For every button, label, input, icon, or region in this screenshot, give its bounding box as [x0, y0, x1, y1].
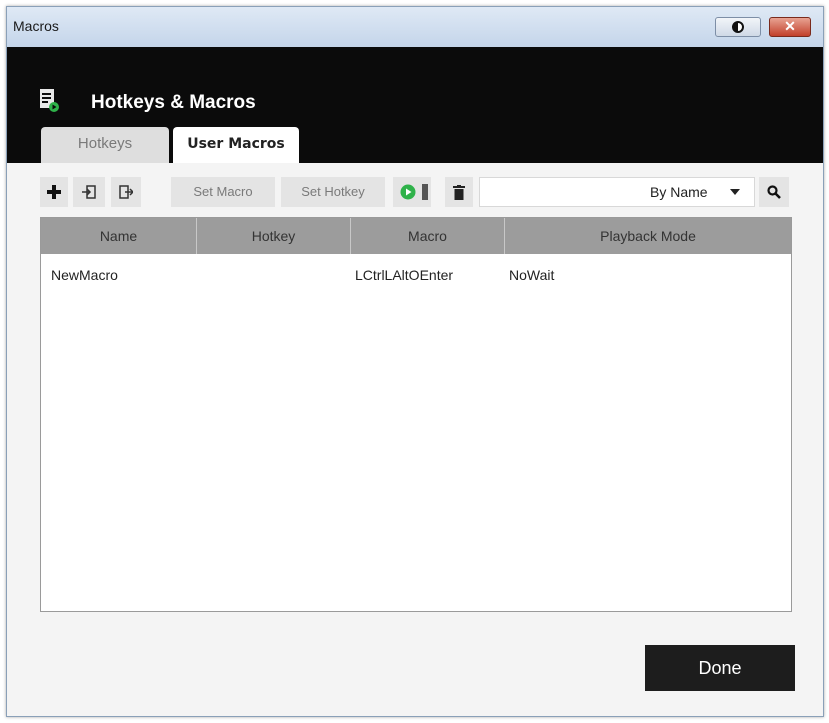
column-header-macro[interactable]: Macro — [351, 218, 505, 254]
table-row[interactable]: NewMacro LCtrlLAltOEnter NoWait — [41, 264, 791, 286]
search-mode-select[interactable]: By Name — [650, 184, 708, 200]
cell-hotkey — [197, 264, 351, 286]
search-input[interactable] — [482, 180, 646, 206]
search-button[interactable] — [759, 177, 789, 207]
macros-table: Name Hotkey Macro Playback Mode NewMacro… — [40, 217, 792, 612]
import-button[interactable] — [73, 177, 105, 207]
play-dropdown-icon[interactable] — [422, 184, 428, 200]
cell-macro: LCtrlLAltOEnter — [355, 267, 454, 283]
theme-toggle-button[interactable] — [715, 17, 761, 37]
play-icon — [400, 184, 416, 200]
cell-playback-mode: NoWait — [509, 267, 555, 283]
add-macro-button[interactable] — [40, 177, 68, 207]
set-macro-button[interactable]: Set Macro — [171, 177, 275, 207]
cell-name: NewMacro — [51, 267, 118, 283]
magnifier-icon — [767, 185, 781, 199]
table-header: Name Hotkey Macro Playback Mode — [41, 218, 791, 254]
column-header-playback-mode[interactable]: Playback Mode — [505, 218, 791, 254]
macros-window: Macros ✕ Hotkeys & Macros Hotkeys User M… — [6, 6, 824, 717]
page-title: Hotkeys & Macros — [91, 92, 256, 113]
window-title: Macros — [13, 18, 59, 34]
play-macro-button[interactable] — [393, 177, 431, 207]
contrast-icon — [732, 21, 744, 33]
close-button[interactable]: ✕ — [769, 17, 811, 37]
search-box: By Name — [479, 177, 755, 207]
column-header-hotkey[interactable]: Hotkey — [197, 218, 351, 254]
close-icon: ✕ — [784, 18, 796, 34]
import-icon — [82, 185, 96, 199]
tab-user-macros[interactable]: User Macros — [173, 127, 299, 163]
tab-hotkeys[interactable]: Hotkeys — [41, 127, 169, 163]
title-bar[interactable]: Macros ✕ — [7, 7, 823, 47]
export-button[interactable] — [111, 177, 141, 207]
macro-document-icon — [40, 89, 59, 112]
header-panel: Hotkeys & Macros Hotkeys User Macros — [7, 47, 823, 163]
column-header-name[interactable]: Name — [41, 218, 197, 254]
export-icon — [119, 185, 135, 199]
done-button[interactable]: Done — [645, 645, 795, 691]
chevron-down-icon[interactable] — [730, 189, 740, 195]
set-hotkey-button[interactable]: Set Hotkey — [281, 177, 385, 207]
plus-icon — [47, 185, 61, 199]
delete-macro-button[interactable] — [445, 177, 473, 207]
trash-icon — [453, 185, 465, 200]
